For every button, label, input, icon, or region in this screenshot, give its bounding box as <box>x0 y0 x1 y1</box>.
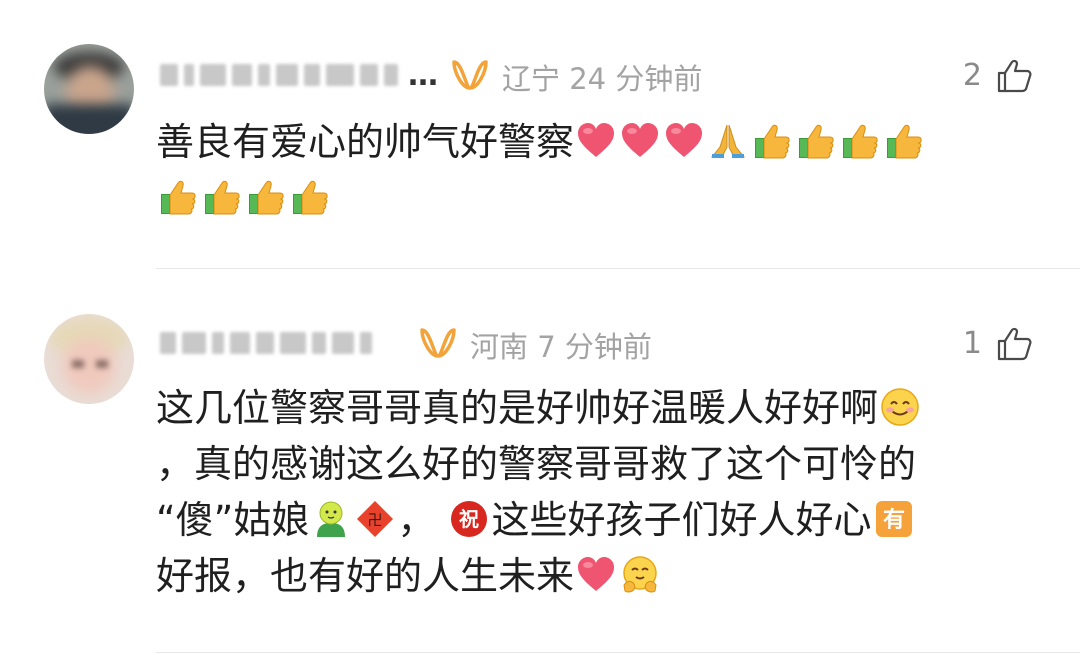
comment-text: 这几位警察哥哥真的是好帅好温暖人好好啊 ，真的感谢这么好的警察哥哥救了这个可怜的… <box>156 380 1026 604</box>
comment-text: 善良有爱心的帅气好警察 <box>156 114 1026 226</box>
like-icon[interactable] <box>996 58 1032 94</box>
divider <box>156 268 1080 269</box>
pray-icon <box>708 121 748 161</box>
like-count: 2 <box>962 58 982 93</box>
vip-badge-icon <box>450 58 490 92</box>
timestamp: 24 分钟前 <box>569 62 703 96</box>
smile-icon <box>880 387 920 427</box>
thumbs-up-icon <box>290 177 330 217</box>
heart-icon <box>620 121 660 161</box>
zhu-badge-icon <box>449 499 489 539</box>
avatar[interactable] <box>44 44 134 134</box>
hug-icon <box>620 555 660 595</box>
thumbs-up-icon <box>202 177 242 217</box>
username-masked[interactable] <box>160 326 382 360</box>
location: 河南 <box>470 330 529 364</box>
vip-badge-icon <box>418 326 458 360</box>
you-badge-icon <box>874 499 914 539</box>
heart-icon <box>576 121 616 161</box>
avatar[interactable] <box>44 314 134 404</box>
like-count: 1 <box>962 326 982 361</box>
username-masked[interactable]: … <box>160 58 439 93</box>
thumbs-up-icon <box>752 121 792 161</box>
heart-icon <box>576 555 616 595</box>
thumbs-up-icon <box>158 177 198 217</box>
thumbs-up-icon <box>884 121 924 161</box>
like-icon[interactable] <box>996 326 1032 362</box>
kid-icon <box>311 499 351 539</box>
thumbs-up-icon <box>246 177 286 217</box>
divider <box>156 652 1080 653</box>
location: 辽宁 <box>502 62 561 96</box>
comment-meta: 河南 7 分钟前 <box>470 324 652 366</box>
heart-icon <box>664 121 704 161</box>
thumbs-up-icon <box>840 121 880 161</box>
fu-diamond-icon <box>355 499 395 539</box>
comment-meta: 辽宁 24 分钟前 <box>502 56 702 98</box>
thumbs-up-icon <box>796 121 836 161</box>
timestamp: 7 分钟前 <box>537 330 652 364</box>
